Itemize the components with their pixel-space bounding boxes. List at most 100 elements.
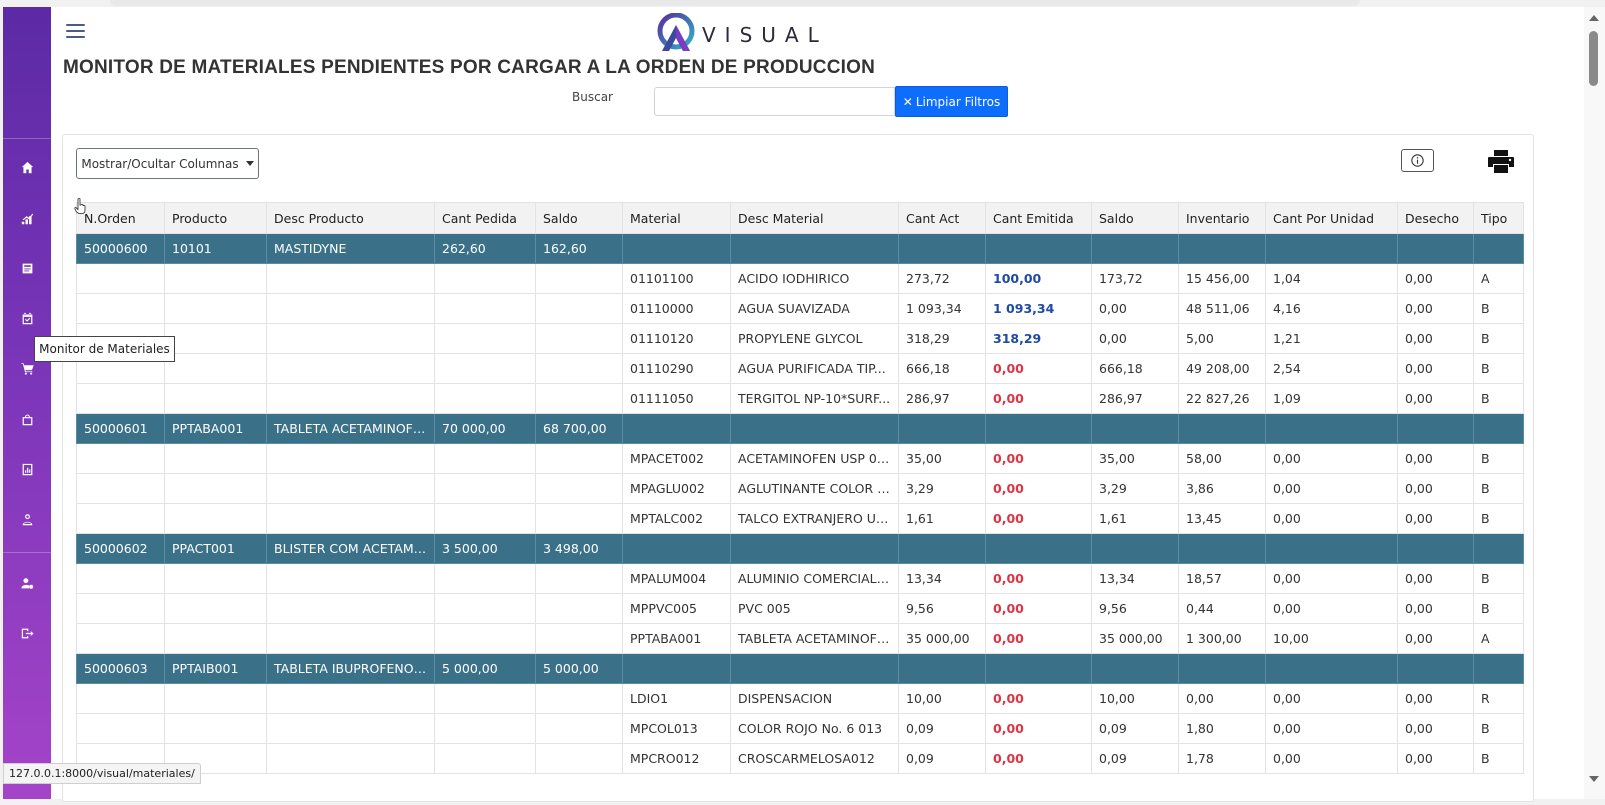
inventory-cell: 5,00	[1178, 323, 1266, 354]
clear-filters-button[interactable]: ✕ Limpiar Filtros	[895, 86, 1008, 117]
order-row[interactable]: 50000603 PPTAIB001 TABLETA IBUPROFENO ... 5…	[76, 653, 1524, 684]
type-cell: B	[1473, 563, 1524, 594]
material-row[interactable]: PPTABA001 TABLETA ACETAMINOFE... 35 000,00…	[76, 623, 1524, 654]
sidebar-item-logout[interactable]	[17, 623, 37, 643]
column-header[interactable]: Desc Producto	[266, 202, 435, 234]
column-header[interactable]: Producto	[164, 202, 267, 234]
empty-cell	[164, 623, 267, 654]
qty-issued-cell: 0,00	[985, 713, 1092, 744]
qty-per-unit-cell: 2,54	[1265, 353, 1398, 384]
sidebar-item-calendar[interactable]	[17, 308, 37, 328]
qty-current-cell: 1,61	[898, 503, 986, 534]
inventory-cell: 1,78	[1178, 743, 1266, 774]
material-row[interactable]: MPPVC005 PVC 005 9,56 0,00 9,56 0,44 0,00 0,00 B	[76, 593, 1524, 624]
material-balance-cell: 9,56	[1091, 593, 1179, 624]
material-row[interactable]: MPACET002 ACETAMINOFEN USP 001 35,00 0,00 35…	[76, 443, 1524, 474]
material-row[interactable]: MPCOL013 COLOR ROJO No. 6 013 0,09 0,00 0,09…	[76, 713, 1524, 744]
empty-cell	[898, 413, 986, 444]
sidebar-item-bag[interactable]	[17, 409, 37, 429]
material-code-cell: 01111050	[622, 383, 731, 414]
material-balance-cell: 0,00	[1091, 293, 1179, 324]
empty-cell	[434, 743, 536, 774]
product-code-cell: PPACT001	[164, 533, 267, 564]
empty-cell	[898, 653, 986, 684]
material-row[interactable]: MPCRO012 CROSCARMELOSA012 0,09 0,00 0,09 1,78…	[76, 743, 1524, 774]
column-header[interactable]: N.Orden	[76, 202, 165, 234]
material-row[interactable]: 01110290 AGUA PURIFICADA TIP... 666,18 0,00…	[76, 353, 1524, 384]
print-button[interactable]	[1487, 148, 1515, 174]
sidebar-item-report[interactable]	[17, 459, 37, 479]
empty-cell	[164, 263, 267, 294]
column-header[interactable]: Saldo	[535, 202, 623, 234]
material-row[interactable]: MPAGLU002 AGLUTINANTE COLOR B... 3,29 0,00 3…	[76, 473, 1524, 504]
column-header[interactable]: Inventario	[1178, 202, 1266, 234]
qty-current-cell: 286,97	[898, 383, 986, 414]
column-header[interactable]: Desc Material	[730, 202, 899, 234]
material-code-cell: 01110290	[622, 353, 731, 384]
sidebar-item-document[interactable]	[17, 258, 37, 278]
column-header[interactable]: Cant Pedida	[434, 202, 536, 234]
empty-cell	[434, 353, 536, 384]
calendar-check-icon	[22, 312, 32, 324]
qty-issued-cell: 0,00	[985, 503, 1092, 534]
material-balance-cell: 3,29	[1091, 473, 1179, 504]
material-row[interactable]: 01101100 ACIDO IODHIRICO 273,72 100,00 173,7…	[76, 263, 1524, 294]
qty-issued-cell: 0,00	[985, 383, 1092, 414]
empty-cell	[1265, 413, 1398, 444]
search-input[interactable]	[654, 87, 895, 116]
clear-filters-label: Limpiar Filtros	[915, 94, 1001, 109]
scroll-down-icon[interactable]	[1589, 776, 1599, 782]
material-desc-cell: CROSCARMELOSA012	[730, 743, 899, 774]
column-header[interactable]: Tipo	[1473, 202, 1524, 234]
order-row[interactable]: 50000601 PPTABA001 TABLETA ACETAMINOFE... 7…	[76, 413, 1524, 444]
sidebar-item-chart[interactable]	[17, 208, 37, 228]
qty-per-unit-cell: 0,00	[1265, 593, 1398, 624]
qty-current-cell: 10,00	[898, 683, 986, 714]
column-header[interactable]: Material	[622, 202, 731, 234]
menu-toggle-button[interactable]	[66, 24, 85, 39]
scrollbar-thumb[interactable]	[1589, 31, 1598, 86]
column-header[interactable]: Cant Act	[898, 202, 986, 234]
empty-cell	[434, 623, 536, 654]
material-row[interactable]: 01110120 PROPYLENE GLYCOL 318,29 318,29 0,00…	[76, 323, 1524, 354]
empty-cell	[535, 713, 623, 744]
empty-cell	[535, 503, 623, 534]
document-icon	[22, 263, 32, 273]
table-card: Mostrar/Ocultar Columnas N.Orden Product…	[62, 134, 1534, 802]
empty-cell	[266, 473, 435, 504]
material-balance-cell: 173,72	[1091, 263, 1179, 294]
material-row[interactable]: MPALUM004 ALUMINIO COMERCIAL ... 13,34 0,00…	[76, 563, 1524, 594]
material-desc-cell: AGUA PURIFICADA TIP...	[730, 353, 899, 384]
sidebar-item-user-settings[interactable]	[17, 573, 37, 593]
info-button[interactable]	[1401, 149, 1434, 172]
inventory-cell: 22 827,26	[1178, 383, 1266, 414]
order-balance-cell: 5 000,00	[535, 653, 623, 684]
column-header[interactable]: Saldo	[1091, 202, 1179, 234]
material-desc-cell: TALCO EXTRANJERO US...	[730, 503, 899, 534]
empty-cell	[1265, 233, 1398, 264]
toggle-columns-dropdown[interactable]: Mostrar/Ocultar Columnas	[76, 148, 259, 179]
material-row[interactable]: 01110000 AGUA SUAVIZADA 1 093,34 1 093,34 0,…	[76, 293, 1524, 324]
sidebar-item-home[interactable]	[17, 157, 37, 177]
material-row[interactable]: MPTALC002 TALCO EXTRANJERO US... 1,61 0,00 1…	[76, 503, 1524, 534]
column-header[interactable]: Desecho	[1397, 202, 1474, 234]
order-row[interactable]: 50000600 10101 MASTIDYNE 262,60 162,60	[76, 233, 1524, 264]
scroll-up-icon[interactable]	[1589, 15, 1599, 21]
waste-cell: 0,00	[1397, 383, 1474, 414]
material-desc-cell: DISPENSACION	[730, 683, 899, 714]
material-row[interactable]: 01111050 TERGITOL NP-10*SURF... 286,97 0,00…	[76, 383, 1524, 414]
material-balance-cell: 10,00	[1091, 683, 1179, 714]
material-row[interactable]: LDIO1 DISPENSACION 10,00 0,00 10,00 0,00 0,00 0…	[76, 683, 1524, 714]
column-header[interactable]: Cant Por Unidad	[1265, 202, 1398, 234]
order-row[interactable]: 50000602 PPACT001 BLISTER COM ACETAMI... 3 …	[76, 533, 1524, 564]
material-desc-cell: AGLUTINANTE COLOR B...	[730, 473, 899, 504]
type-cell: B	[1473, 503, 1524, 534]
qty-per-unit-cell: 0,00	[1265, 713, 1398, 744]
qty-current-cell: 13,34	[898, 563, 986, 594]
column-header[interactable]: Cant Emitida	[985, 202, 1092, 234]
page-scrollbar[interactable]	[1584, 7, 1605, 799]
logo-text: VISUAL	[702, 23, 828, 47]
empty-cell	[434, 593, 536, 624]
empty-cell	[535, 593, 623, 624]
sidebar-item-user[interactable]	[17, 509, 37, 529]
